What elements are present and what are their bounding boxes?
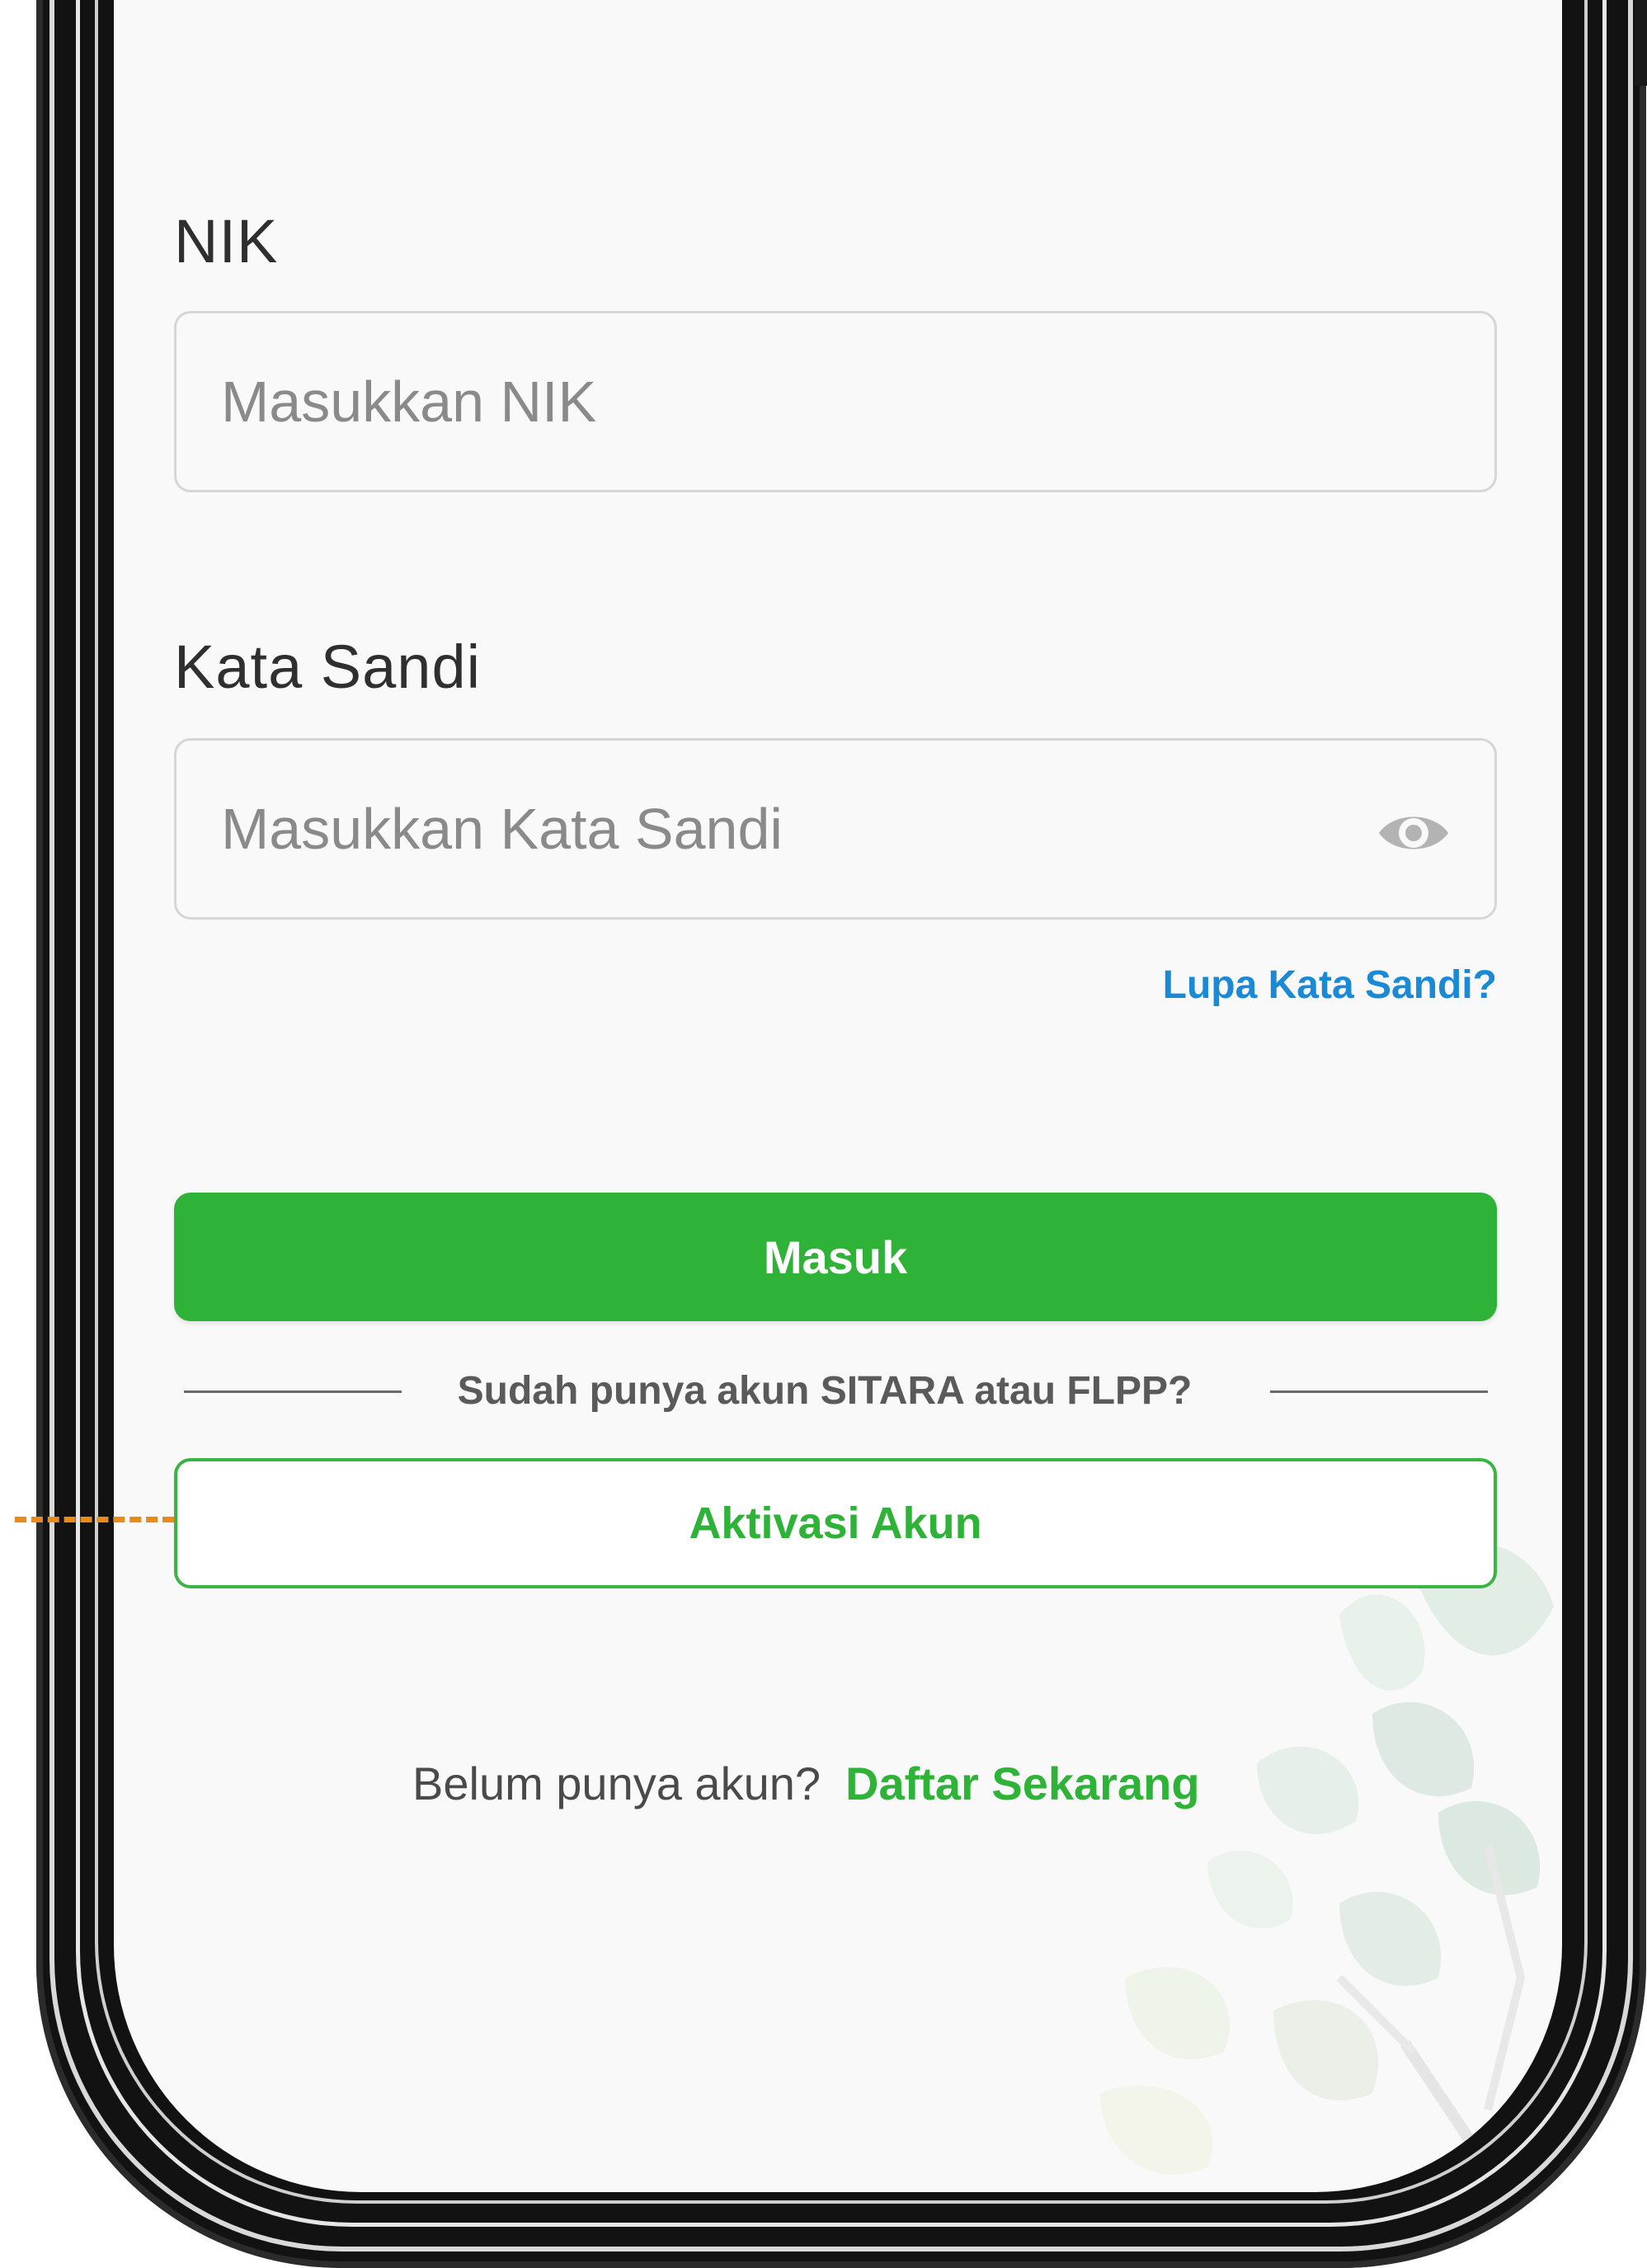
leaf-decoration (1100, 1543, 1554, 2192)
signup-link[interactable]: Daftar Sekarang (845, 1757, 1200, 1809)
password-field[interactable] (174, 738, 1497, 920)
divider-left (184, 1390, 402, 1393)
password-label: Kata Sandi (174, 633, 482, 701)
eye-icon[interactable] (1376, 795, 1452, 871)
signup-row: Belum punya akun? Daftar Sekarang (412, 1757, 1200, 1810)
activate-account-button[interactable]: Aktivasi Akun (174, 1458, 1497, 1588)
phone-side-button (1635, 0, 1647, 86)
signup-prompt: Belum punya akun? (412, 1757, 821, 1809)
divider-text: Sudah punya akun SITARA atau FLPP? (457, 1369, 1193, 1413)
nik-field[interactable] (174, 311, 1497, 492)
password-input[interactable] (176, 795, 1336, 863)
login-button[interactable]: Masuk (174, 1193, 1497, 1321)
divider-right (1270, 1390, 1488, 1393)
nik-input[interactable] (176, 368, 1336, 435)
callout-dashed-line (15, 1517, 174, 1522)
canvas: NIK Kata Sandi Lupa Kata Sandi? Masuk Su… (0, 0, 1647, 2268)
nik-label: NIK (174, 207, 279, 275)
forgot-password-link[interactable]: Lupa Kata Sandi? (1163, 962, 1497, 1008)
